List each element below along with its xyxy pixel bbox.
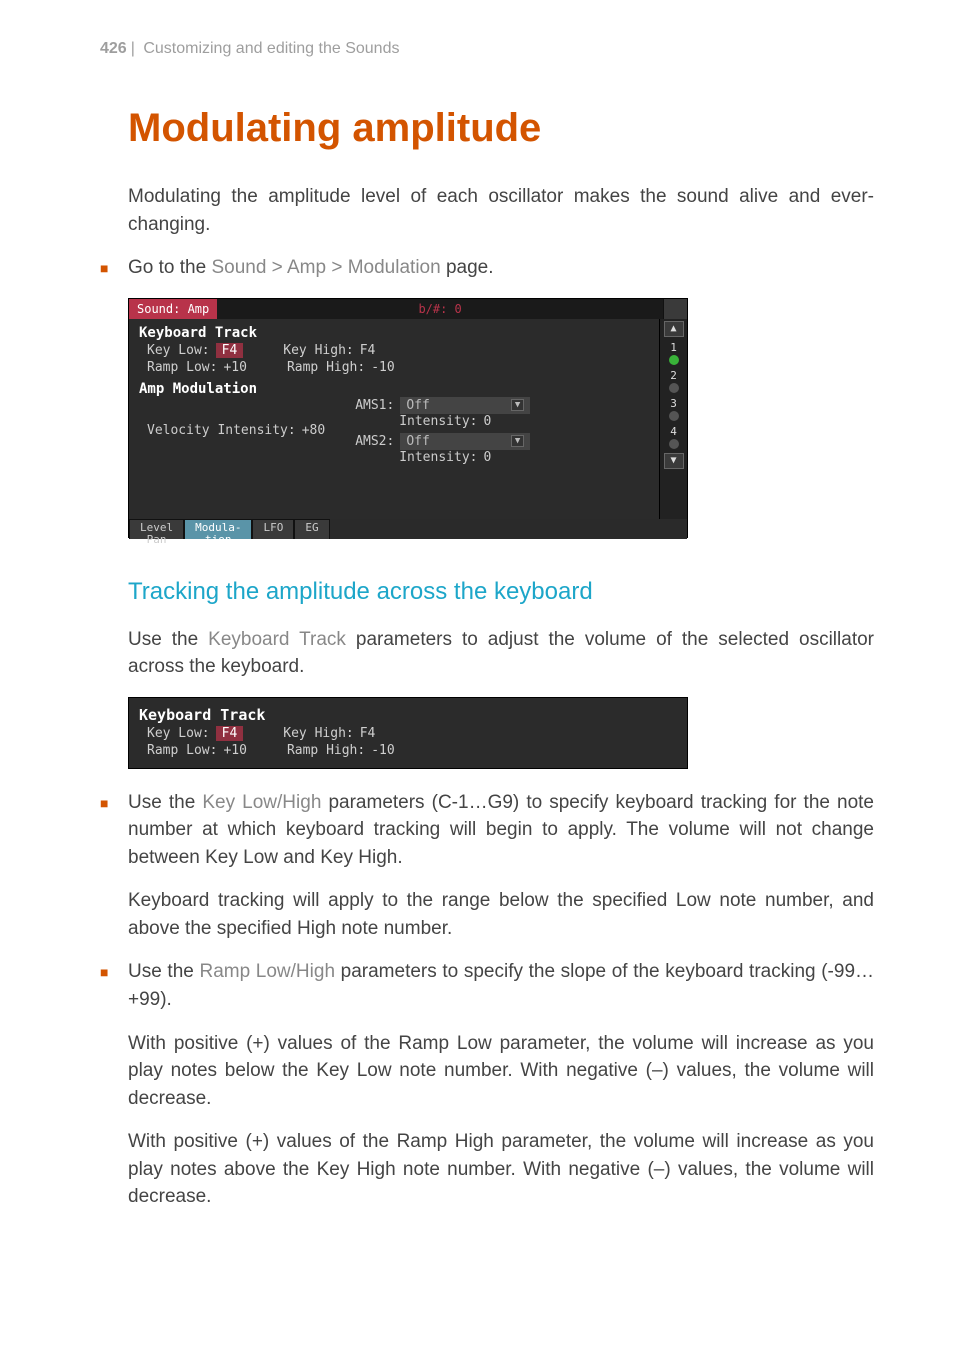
ramp-low-value[interactable]: +10 (223, 360, 246, 375)
bullet-icon: ■ (100, 795, 128, 811)
tab-lfo[interactable]: LFO (252, 519, 294, 539)
kt-ramp-high-value[interactable]: -10 (371, 743, 394, 758)
ramp-low-high-text: Use the Ramp Low/High parameters to spec… (128, 958, 874, 1013)
goto-instruction: Go to the Sound > Amp > Modulation page. (128, 254, 874, 282)
ramp-low-extra: With positive (+) values of the Ramp Low… (128, 1030, 874, 1113)
bullet-icon: ■ (100, 964, 128, 980)
osc3-button[interactable]: 3 (665, 397, 683, 421)
scroll-down-button[interactable]: ▼ (664, 453, 684, 469)
ramp-high-extra: With positive (+) values of the Ramp Hig… (128, 1128, 874, 1211)
running-header: 426| Customizing and editing the Sounds (100, 40, 874, 58)
kt-ramp-low-label: Ramp Low: (147, 743, 217, 758)
ams2-label: AMS2: (355, 434, 394, 449)
window-title: Sound: Amp (129, 299, 217, 319)
menu-button[interactable] (663, 299, 687, 319)
page-title: Modulating amplitude (128, 106, 874, 151)
page-number: 426 (100, 40, 127, 57)
kt-key-low-value[interactable]: F4 (216, 726, 244, 741)
osc1-button[interactable]: 1 (665, 341, 683, 365)
chapter-title: Customizing and editing the Sounds (143, 40, 399, 57)
kt-ramp-high-label: Ramp High: (287, 743, 365, 758)
tracking-intro: Use the Keyboard Track parameters to adj… (128, 626, 874, 681)
tab-eg[interactable]: EG (294, 519, 329, 539)
window-subtitle: b/#: 0 (217, 302, 663, 316)
keyboard-track-title: Keyboard Track (139, 325, 649, 341)
ams1-intensity-value[interactable]: 0 (483, 414, 491, 429)
key-low-value[interactable]: F4 (216, 343, 244, 358)
ramp-high-label: Ramp High: (287, 360, 365, 375)
section-heading: Tracking the amplitude across the keyboa… (128, 578, 874, 606)
key-high-value[interactable]: F4 (360, 343, 376, 358)
velocity-intensity-value[interactable]: +80 (302, 423, 325, 438)
ams1-intensity-label: Intensity: (399, 414, 477, 429)
amp-modulation-screenshot: Sound: Amp b/#: 0 Keyboard Track Key Low… (128, 298, 688, 538)
chevron-down-icon: ▼ (511, 399, 524, 411)
key-low-high-text: Use the Key Low/High parameters (C-1…G9)… (128, 789, 874, 872)
osc2-button[interactable]: 2 (665, 369, 683, 393)
ams1-select[interactable]: Off▼ (400, 397, 530, 414)
led-off-icon (669, 439, 679, 449)
osc4-button[interactable]: 4 (665, 425, 683, 449)
scroll-up-button[interactable]: ▲ (664, 321, 684, 337)
tab-modulation[interactable]: Modula- tion (184, 519, 252, 539)
kt-key-low-label: Key Low: (147, 726, 210, 741)
intro-text: Modulating the amplitude level of each o… (128, 183, 874, 238)
led-on-icon (669, 355, 679, 365)
ams2-select[interactable]: Off▼ (400, 433, 530, 450)
chevron-down-icon: ▼ (511, 435, 524, 447)
ams2-intensity-label: Intensity: (399, 450, 477, 465)
keyboard-track-screenshot: Keyboard Track Key Low: F4 Key High: F4 … (128, 697, 688, 769)
menu-path: Sound > Amp > Modulation (211, 257, 440, 278)
bullet-icon: ■ (100, 260, 128, 276)
ramp-high-value[interactable]: -10 (371, 360, 394, 375)
key-low-label: Key Low: (147, 343, 210, 358)
key-low-high-extra: Keyboard tracking will apply to the rang… (128, 887, 874, 942)
ramp-low-label: Ramp Low: (147, 360, 217, 375)
led-off-icon (669, 383, 679, 393)
led-off-icon (669, 411, 679, 421)
velocity-intensity-label: Velocity Intensity: (147, 423, 296, 438)
ams1-label: AMS1: (355, 398, 394, 413)
amp-mod-title: Amp Modulation (139, 381, 649, 397)
kt-key-high-label: Key High: (283, 726, 353, 741)
tab-level-pan[interactable]: Level Pan (129, 519, 184, 539)
kt-title: Keyboard Track (139, 706, 677, 724)
kt-ramp-low-value[interactable]: +10 (223, 743, 246, 758)
ams2-intensity-value[interactable]: 0 (483, 450, 491, 465)
key-high-label: Key High: (283, 343, 353, 358)
header-sep: | (131, 40, 135, 57)
kt-key-high-value[interactable]: F4 (360, 726, 376, 741)
